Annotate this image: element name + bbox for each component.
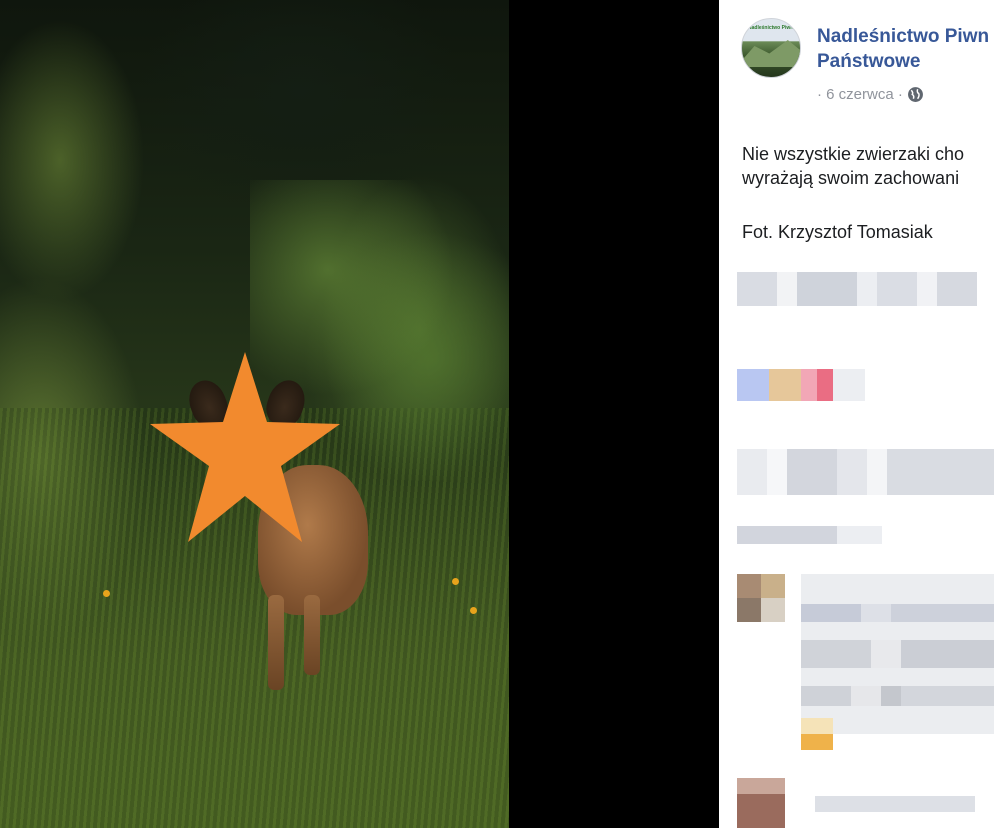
page-name-link[interactable]: Nadleśnictwo Piwn Państwowe	[817, 24, 994, 74]
deer-leg	[268, 595, 284, 690]
page-name-line1: Nadleśnictwo Piwn	[817, 26, 990, 47]
post-photo[interactable]	[0, 0, 509, 828]
post-meta: · 6 czerwca ·	[817, 86, 924, 103]
action-bar-blurred[interactable]	[737, 449, 994, 495]
comment-line-blurred	[801, 686, 994, 706]
flower-dot	[103, 590, 110, 597]
comment-line-blurred	[801, 604, 994, 622]
flower-dot	[470, 607, 477, 614]
page-avatar[interactable]: Nadleśnictwo Piwniczna	[741, 18, 801, 78]
post-text-line: Nie wszystkie zwierzaki cho	[742, 144, 965, 164]
post-text-line: wyrażają swoim zachowani	[742, 168, 960, 188]
page-name-line2: Państwowe	[817, 51, 921, 72]
reactions-summary-blurred	[737, 272, 977, 306]
comment-line-blurred	[801, 640, 994, 668]
post-panel: Nadleśnictwo Piwniczna Nadleśnictwo Piwn…	[719, 0, 994, 828]
deer-leg	[304, 595, 320, 675]
censor-star-icon	[150, 352, 340, 542]
commenter-avatar-blurred[interactable]	[737, 574, 785, 622]
flower-dot	[452, 578, 459, 585]
reaction-icons-blurred[interactable]	[737, 369, 865, 401]
avatar-caption: Nadleśnictwo Piwniczna	[748, 25, 801, 31]
photo-credit: Fot. Krzysztof Tomasiak	[742, 222, 933, 242]
comment-sort-blurred[interactable]	[737, 526, 882, 544]
commenter-avatar-blurred[interactable]	[737, 778, 785, 828]
avatar-mountain	[742, 40, 800, 67]
comment-emoji-blurred	[801, 718, 833, 750]
post-date[interactable]: · 6 czerwca ·	[817, 86, 903, 103]
post-body-text: Nie wszystkie zwierzaki cho wyrażają swo…	[742, 142, 994, 190]
globe-icon[interactable]	[907, 86, 924, 103]
comment-line-blurred	[815, 796, 975, 812]
